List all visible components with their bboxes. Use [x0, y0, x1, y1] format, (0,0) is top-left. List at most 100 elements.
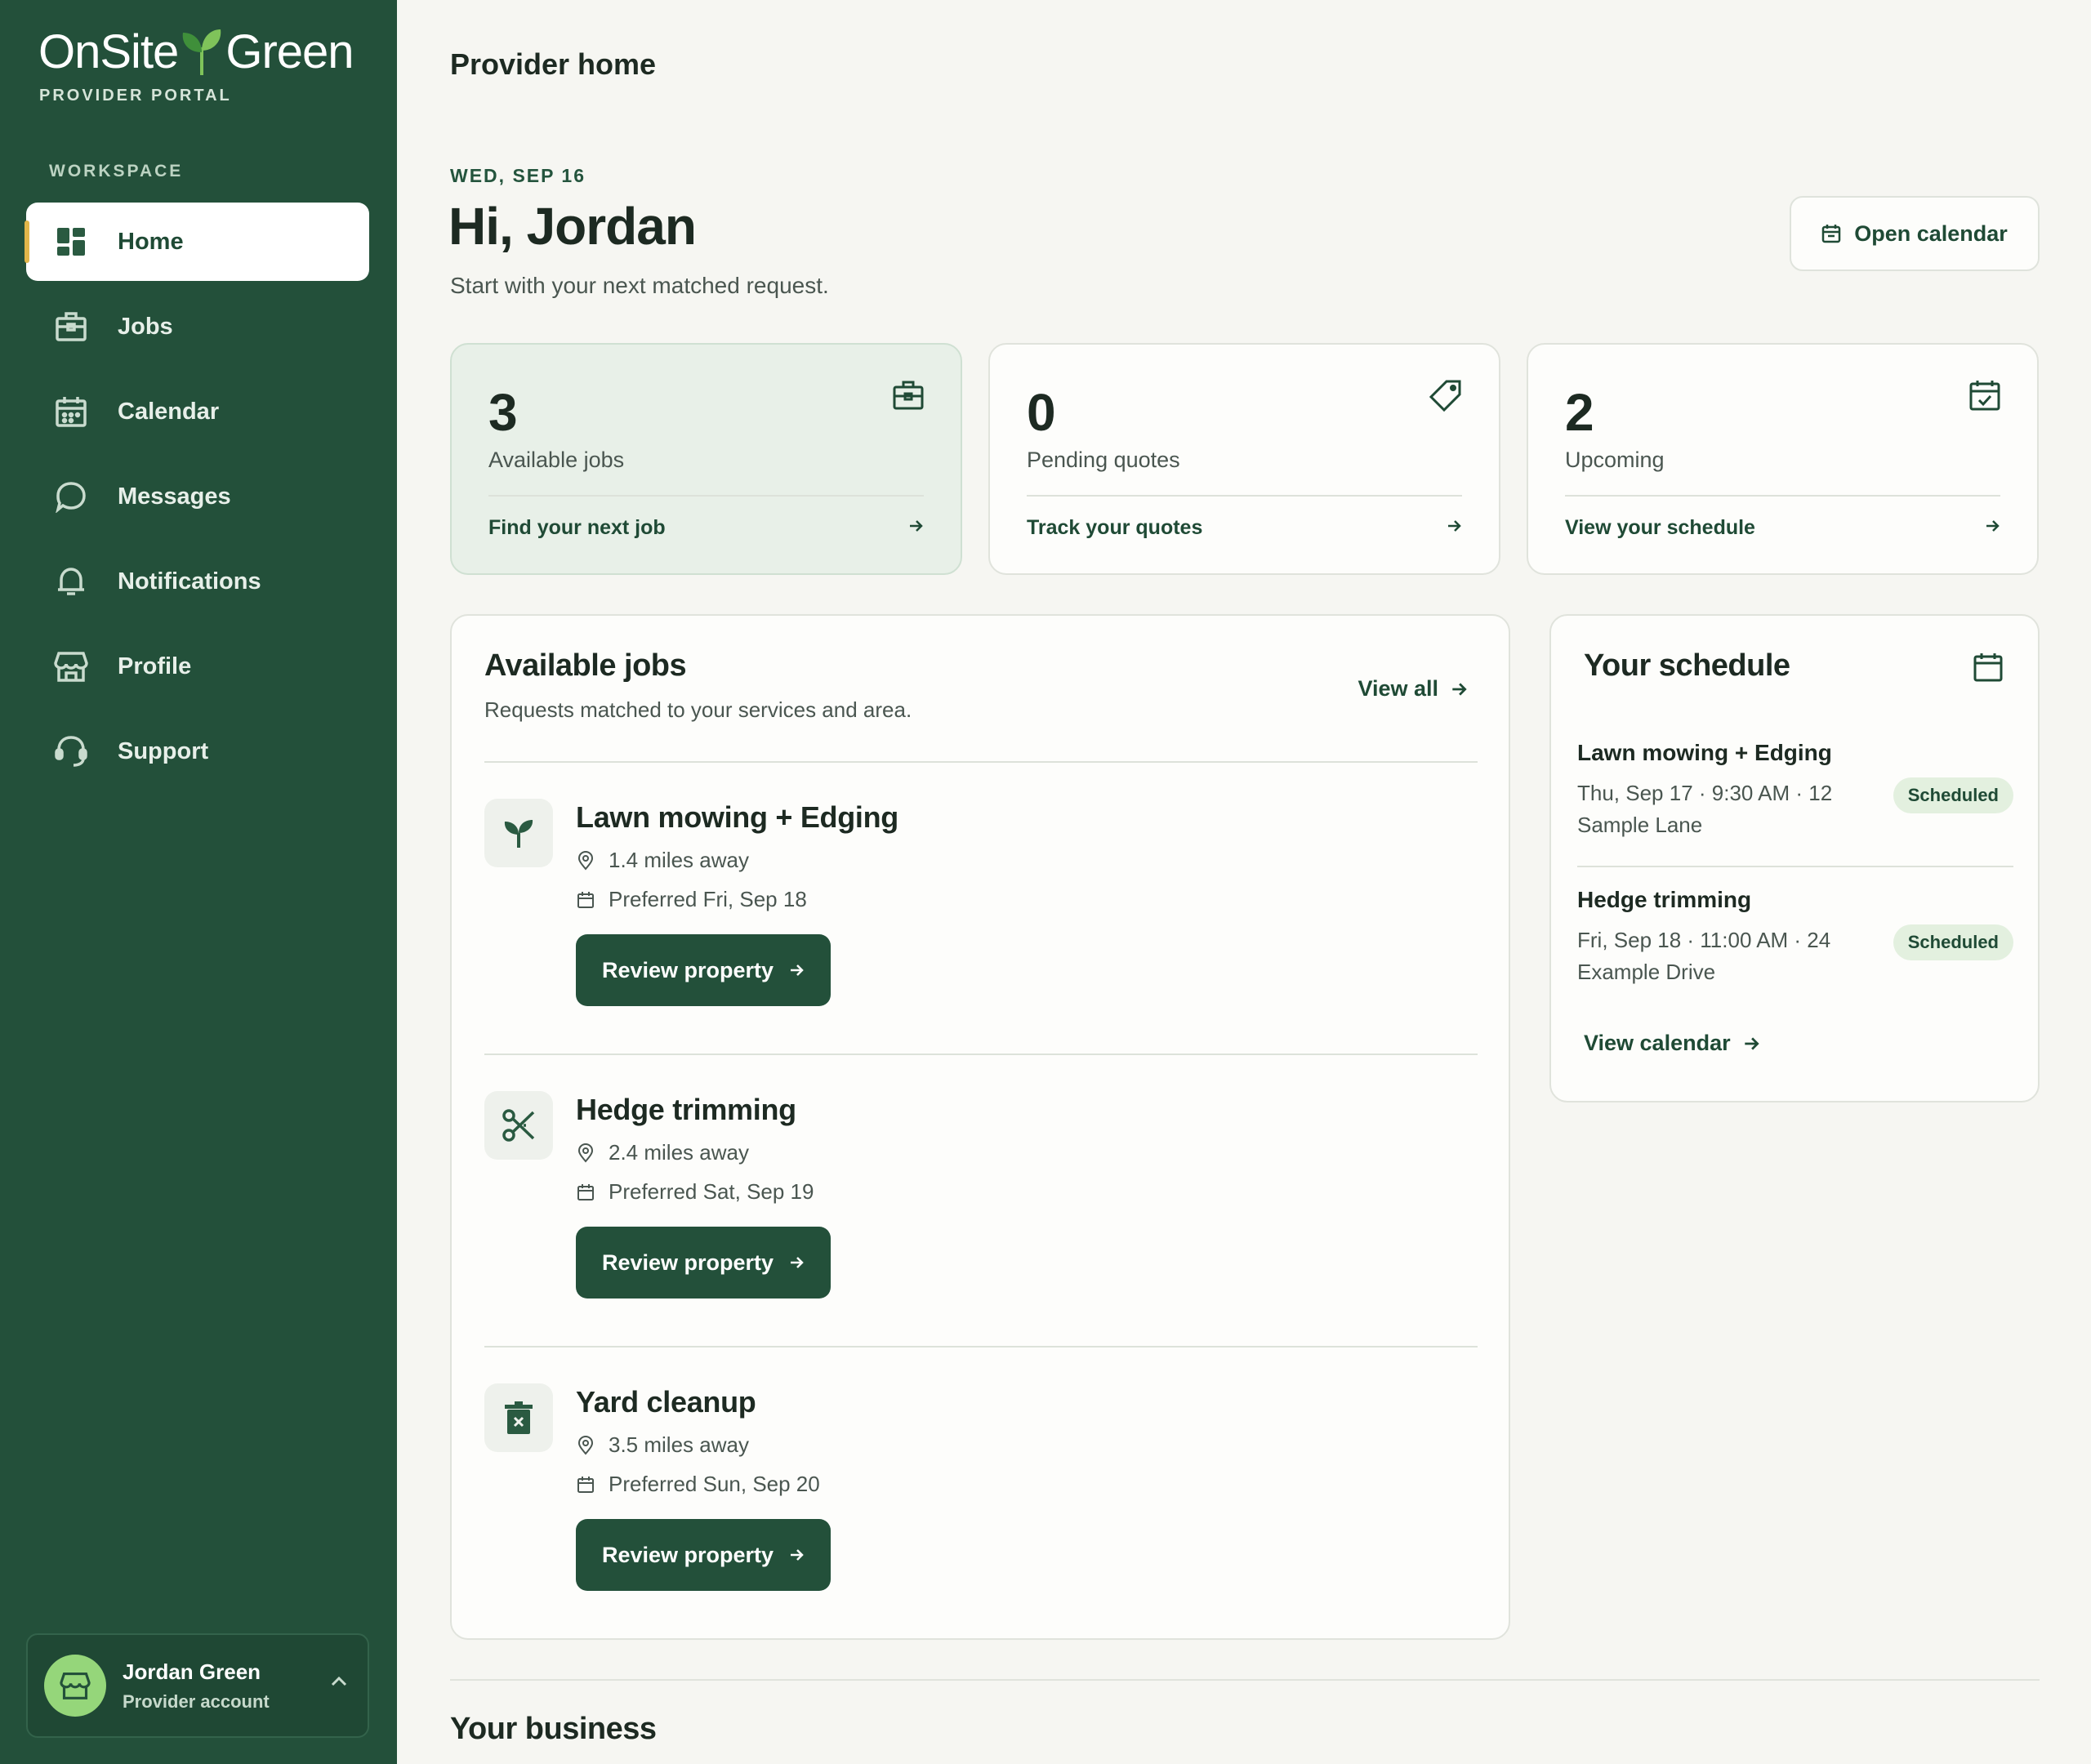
sidebar-item-calendar[interactable]: Calendar: [26, 372, 369, 451]
available-jobs-card: Available jobs Requests matched to your …: [450, 614, 1510, 1640]
divider: [1577, 866, 2013, 867]
view-all-link[interactable]: View all: [1358, 676, 1468, 702]
schedule-item[interactable]: Lawn mowing + Edging Thu, Sep 17 · 9:30 …: [1577, 740, 2013, 841]
leaf-logo-icon: [183, 29, 221, 75]
calendar-icon: [576, 1183, 595, 1201]
job-preferred-text: Preferred Sun, Sep 20: [609, 1472, 820, 1496]
stat-card-pending-quotes[interactable]: 0 Pending quotes Track your quotes: [988, 343, 1500, 575]
account-switcher[interactable]: Jordan Green Provider account: [26, 1633, 369, 1738]
review-property-label: Review property: [601, 1542, 774, 1567]
schedule-item-detail: Fri, Sep 18 · 11:00 AM · 24 Example Driv…: [1577, 928, 1831, 984]
sidebar-item-home[interactable]: Home: [25, 203, 369, 281]
stat-value: 3: [488, 383, 518, 442]
chevron-up-icon: [330, 1676, 348, 1691]
sidebar-item-support[interactable]: Support: [26, 712, 369, 791]
review-property-button[interactable]: Review property: [576, 1227, 831, 1298]
sidebar-item-label: Jobs: [118, 313, 173, 340]
account-role: Provider account: [123, 1690, 270, 1712]
arrow-right-icon: [1984, 518, 2000, 538]
sidebar-item-jobs[interactable]: Jobs: [26, 287, 369, 366]
location-pin-icon: [576, 1143, 595, 1163]
schedule-card: Your schedule Lawn mowing + Edging Thu, …: [1549, 614, 2040, 1102]
divider: [488, 495, 924, 497]
schedule-item-title: Hedge trimming: [1577, 887, 1752, 912]
calendar-icon: [576, 1476, 595, 1494]
view-all-label: View all: [1358, 676, 1438, 701]
job-preferred-text: Preferred Sat, Sep 19: [609, 1179, 814, 1204]
avatar: [44, 1655, 106, 1717]
arrow-right-icon: [1742, 1035, 1760, 1053]
job-distance-text: 2.4 miles away: [609, 1140, 749, 1165]
current-date: WED, SEP 16: [450, 165, 586, 186]
arrow-right-icon: [1450, 680, 1468, 698]
brand-name-left: OnSite: [38, 25, 179, 78]
brand-logo[interactable]: OnSite Green: [38, 24, 354, 79]
sidebar: OnSite Green PROVIDER PORTAL WORKSPACE H…: [0, 0, 397, 1764]
arrow-right-icon: [788, 1254, 805, 1271]
review-property-button[interactable]: Review property: [576, 934, 831, 1006]
job-distance-text: 3.5 miles away: [609, 1432, 749, 1457]
job-title[interactable]: Lawn mowing + Edging: [576, 800, 898, 835]
view-calendar-label: View calendar: [1584, 1031, 1731, 1055]
track-quotes-link[interactable]: Track your quotes: [1027, 516, 1202, 540]
open-calendar-label: Open calendar: [1854, 220, 2008, 246]
divider: [1027, 495, 1462, 497]
stat-label: Upcoming: [1565, 448, 1665, 472]
stat-card-upcoming[interactable]: 2 Upcoming View your schedule: [1527, 343, 2039, 575]
sidebar-item-label: Home: [118, 228, 184, 255]
job-preferred-date: Preferred Sun, Sep 20: [576, 1472, 820, 1497]
stat-card-available-jobs[interactable]: 3 Available jobs Find your next job: [450, 343, 962, 575]
sidebar-item-label: Notifications: [118, 568, 261, 595]
job-distance: 1.4 miles away: [576, 848, 749, 873]
chat-bubble-icon: [54, 479, 88, 514]
sidebar-item-profile[interactable]: Profile: [26, 627, 369, 706]
welcome-subtitle: Start with your next matched request.: [450, 273, 829, 298]
page-title: Provider home: [450, 47, 657, 81]
review-property-label: Review property: [601, 1250, 774, 1275]
briefcase-icon: [54, 310, 88, 344]
view-calendar-link[interactable]: View calendar: [1584, 1031, 1760, 1056]
stat-label: Pending quotes: [1027, 448, 1180, 472]
open-calendar-button[interactable]: Open calendar: [1790, 196, 2040, 271]
find-next-job-link[interactable]: Find your next job: [488, 516, 666, 540]
workspace-label: WORKSPACE: [49, 162, 184, 180]
status-badge: Scheduled: [1893, 777, 2013, 813]
job-title[interactable]: Hedge trimming: [576, 1093, 796, 1127]
job-distance-text: 1.4 miles away: [609, 848, 749, 872]
arrow-right-icon: [907, 518, 924, 538]
calendar-icon: [54, 394, 88, 429]
card-title: Your schedule: [1584, 648, 1790, 683]
arrow-right-icon: [788, 1547, 805, 1563]
scissors-icon: [484, 1091, 553, 1160]
sprout-icon: [484, 799, 553, 867]
stat-value: 0: [1027, 383, 1056, 442]
divider: [450, 1679, 2040, 1681]
calendar-icon: [576, 891, 595, 909]
schedule-item[interactable]: Hedge trimming Fri, Sep 18 · 11:00 AM · …: [1577, 887, 2013, 988]
briefcase-icon: [892, 379, 925, 416]
stat-value: 2: [1565, 383, 1594, 442]
sidebar-item-notifications[interactable]: Notifications: [26, 542, 369, 621]
sidebar-item-messages[interactable]: Messages: [26, 457, 369, 536]
review-property-button[interactable]: Review property: [576, 1519, 831, 1591]
job-distance: 2.4 miles away: [576, 1140, 749, 1165]
job-item-hedge-trimming: Hedge trimming 2.4 miles away Preferred …: [484, 1054, 1478, 1346]
sidebar-item-label: Profile: [118, 653, 192, 679]
calendar-icon: [1821, 224, 1841, 243]
job-title[interactable]: Yard cleanup: [576, 1385, 756, 1419]
location-pin-icon: [576, 1435, 595, 1455]
tag-icon: [1429, 379, 1463, 417]
view-schedule-link[interactable]: View your schedule: [1565, 516, 1755, 540]
bell-icon: [54, 564, 88, 599]
business-section-title: Your business: [450, 1712, 657, 1746]
sidebar-item-label: Calendar: [118, 398, 220, 425]
dashboard-icon: [54, 225, 88, 259]
job-preferred-text: Preferred Fri, Sep 18: [609, 887, 807, 911]
portal-label: PROVIDER PORTAL: [39, 87, 232, 105]
job-distance: 3.5 miles away: [576, 1432, 749, 1458]
calendar-check-icon: [1968, 379, 2001, 416]
account-name: Jordan Green: [123, 1659, 261, 1684]
review-property-label: Review property: [601, 957, 774, 982]
card-title: Available jobs: [484, 648, 687, 683]
headset-icon: [54, 734, 88, 768]
